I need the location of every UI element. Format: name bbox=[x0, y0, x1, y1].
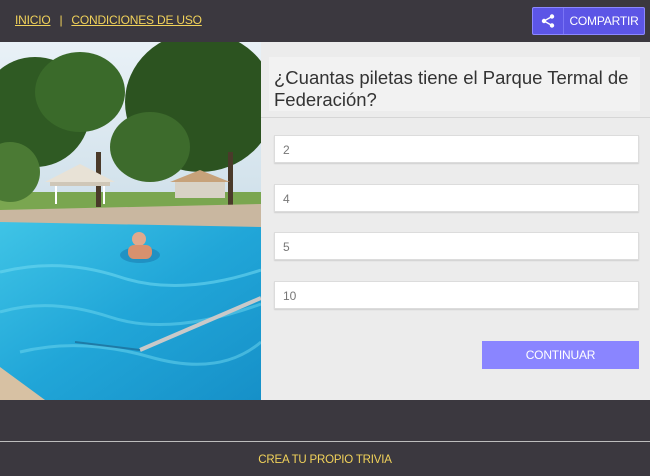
question-photo bbox=[0, 42, 261, 400]
answer-option-label: 2 bbox=[283, 143, 290, 157]
quiz-panel: ¿Cuantas piletas tiene el Parque Termal … bbox=[261, 42, 650, 400]
answer-option-label: 10 bbox=[283, 289, 297, 303]
footer: CREA TU PROPIO TRIVIA bbox=[0, 442, 650, 476]
share-button-label: COMPARTIR bbox=[569, 14, 639, 28]
answer-option[interactable]: 4 bbox=[274, 184, 639, 212]
answer-option[interactable]: 10 bbox=[274, 281, 639, 309]
share-button[interactable]: COMPARTIR bbox=[532, 7, 645, 35]
quiz-main: ¿Cuantas piletas tiene el Parque Termal … bbox=[0, 42, 650, 400]
terms-link[interactable]: CONDICIONES DE USO bbox=[71, 13, 202, 27]
answer-option-label: 4 bbox=[283, 192, 290, 206]
continue-button[interactable]: CONTINUAR bbox=[482, 341, 639, 369]
home-link[interactable]: INICIO bbox=[15, 13, 51, 27]
answer-option[interactable]: 5 bbox=[274, 232, 639, 260]
spacer-area bbox=[0, 400, 650, 441]
nav-separator: | bbox=[59, 13, 63, 27]
answer-option[interactable]: 2 bbox=[274, 135, 639, 163]
create-trivia-link[interactable]: CREA TU PROPIO TRIVIA bbox=[0, 454, 650, 466]
share-icon bbox=[533, 8, 564, 34]
question-text: ¿Cuantas piletas tiene el Parque Termal … bbox=[274, 67, 629, 110]
top-nav: INICIO | CONDICIONES DE USO bbox=[15, 13, 202, 27]
answer-option-label: 5 bbox=[283, 240, 290, 254]
top-bar: INICIO | CONDICIONES DE USO COMPARTIR bbox=[0, 0, 650, 42]
divider bbox=[261, 117, 650, 118]
